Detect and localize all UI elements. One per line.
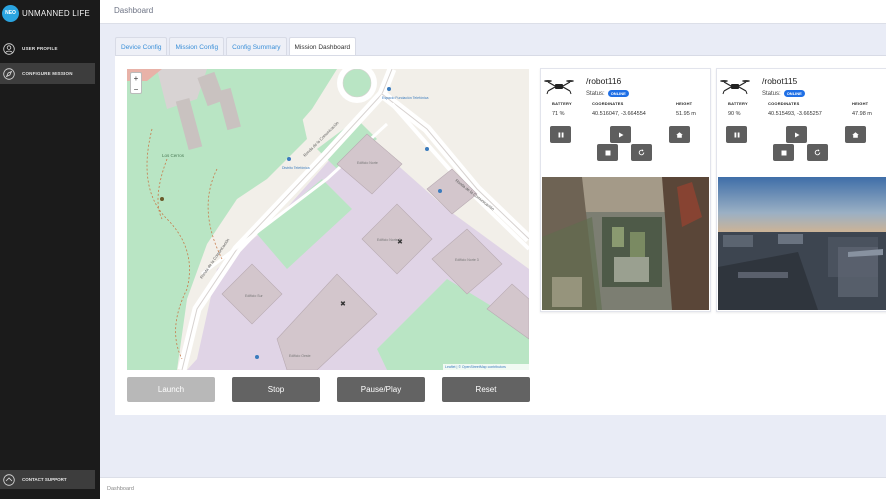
footer-text: Dashboard <box>107 486 134 492</box>
home-icon <box>676 131 683 138</box>
tab-bar: Device Config Mission Config Config Summ… <box>115 37 358 56</box>
sidebar-item-label: CONFIGURE MISSION <box>22 71 73 76</box>
contact-support-button[interactable]: CONTACT SUPPORT <box>0 470 95 489</box>
page-title: Dashboard <box>114 6 154 15</box>
user-icon <box>3 42 15 55</box>
map-tiles: ✖ ✖ Los Cerros Distrito Telefónica Espac… <box>127 69 529 370</box>
map-label-building-4: Edificio Norte 3 <box>455 258 479 262</box>
contact-support-label: CONTACT SUPPORT <box>22 477 67 482</box>
robot-camera-feed <box>542 177 709 310</box>
pause-icon <box>558 132 563 137</box>
home-robot-button[interactable] <box>845 126 866 143</box>
height-label: HEIGHT <box>676 101 693 106</box>
tab-device-config[interactable]: Device Config <box>115 37 168 56</box>
battery-value: 90 % <box>728 111 741 117</box>
robot-name: /robot116 <box>586 76 622 86</box>
robot-status: Status: ONLINE <box>762 90 805 97</box>
play-robot-button[interactable] <box>786 126 807 143</box>
sidebar-item-user-profile[interactable]: USER PROFILE <box>0 38 95 59</box>
refresh-icon <box>814 149 821 156</box>
sidebar-item-label: USER PROFILE <box>22 46 58 51</box>
top-bar: Dashboard <box>100 0 886 24</box>
map-label-building-1: Edificio Norte <box>357 161 378 165</box>
tab-mission-dashboard[interactable]: Mission Dashboard <box>288 37 357 56</box>
map-zoom-control: + − <box>130 72 142 94</box>
pause-play-button[interactable]: Pause/Play <box>337 377 425 402</box>
map-label-poi-2: Espacio Fundación Telefónica <box>382 96 428 100</box>
sidebar: NEO UNMANNED LIFE USER PROFILE CONFIGURE… <box>0 0 100 499</box>
map-label-poi-1: Distrito Telefónica <box>282 166 310 170</box>
robot-name: /robot115 <box>762 76 798 86</box>
stop-icon <box>781 150 786 155</box>
pause-icon <box>734 132 739 137</box>
status-label: Status: <box>586 90 605 97</box>
refresh-icon <box>638 149 645 156</box>
robot-card: /robot116 Status: ONLINE BATTERY COORDIN… <box>540 68 711 312</box>
pause-robot-button[interactable] <box>550 126 571 143</box>
battery-value: 71 % <box>552 111 565 117</box>
play-icon <box>618 132 623 137</box>
stop-icon <box>605 150 610 155</box>
map-attribution[interactable]: Leaflet | © OpenStreetMap contributors <box>443 364 529 370</box>
footer: Dashboard <box>100 477 886 499</box>
play-robot-button[interactable] <box>610 126 631 143</box>
status-label: Status: <box>762 90 781 97</box>
stop-robot-button[interactable] <box>597 144 618 161</box>
map-label-park: Los Cerros <box>162 153 185 158</box>
launch-button[interactable]: Launch <box>127 377 215 402</box>
drone-icon <box>544 80 574 95</box>
stop-robot-button[interactable] <box>773 144 794 161</box>
brand-name: UNMANNED LIFE <box>22 8 90 18</box>
height-label: HEIGHT <box>852 101 869 106</box>
stop-button[interactable]: Stop <box>232 377 320 402</box>
svg-text:✖: ✖ <box>340 301 346 308</box>
coordinates-label: COORDINATES <box>768 101 800 106</box>
robot-card: /robot115 Status: ONLINE BATTERY COORDIN… <box>716 68 886 312</box>
reset-robot-button[interactable] <box>807 144 828 161</box>
robot-status: Status: ONLINE <box>586 90 629 97</box>
play-icon <box>794 132 799 137</box>
status-badge: ONLINE <box>607 90 629 97</box>
pause-robot-button[interactable] <box>726 126 747 143</box>
battery-label: BATTERY <box>552 101 572 106</box>
status-badge: ONLINE <box>783 90 805 97</box>
reset-robot-button[interactable] <box>631 144 652 161</box>
robot-camera-feed <box>718 177 886 310</box>
map-label-building-2: Edificio Norte 2 <box>377 238 401 242</box>
zoom-out-button[interactable]: − <box>134 84 139 95</box>
drone-icon <box>720 80 750 95</box>
brand[interactable]: NEO UNMANNED LIFE <box>2 4 90 22</box>
height-value: 51.95 m <box>676 111 696 117</box>
support-icon <box>3 473 15 486</box>
brand-logo: NEO <box>2 4 19 22</box>
tab-mission-config[interactable]: Mission Config <box>169 37 225 56</box>
compass-icon <box>3 67 15 80</box>
zoom-in-button[interactable]: + <box>134 73 139 84</box>
home-icon <box>852 131 859 138</box>
coordinates-value: 40.515493, -3.665257 <box>768 111 822 117</box>
height-value: 47.98 m <box>852 111 872 117</box>
tab-config-summary[interactable]: Config Summary <box>226 37 287 56</box>
map-label-building-3: Edificio Sur <box>245 294 264 298</box>
coordinates-label: COORDINATES <box>592 101 624 106</box>
mission-map[interactable]: ✖ ✖ Los Cerros Distrito Telefónica Espac… <box>127 69 529 370</box>
sidebar-item-configure-mission[interactable]: CONFIGURE MISSION <box>0 63 95 84</box>
reset-button[interactable]: Reset <box>442 377 530 402</box>
coordinates-value: 40.516047, -3.664554 <box>592 111 646 117</box>
map-label-building-5: Edificio Oeste <box>289 354 311 358</box>
battery-label: BATTERY <box>728 101 748 106</box>
home-robot-button[interactable] <box>669 126 690 143</box>
